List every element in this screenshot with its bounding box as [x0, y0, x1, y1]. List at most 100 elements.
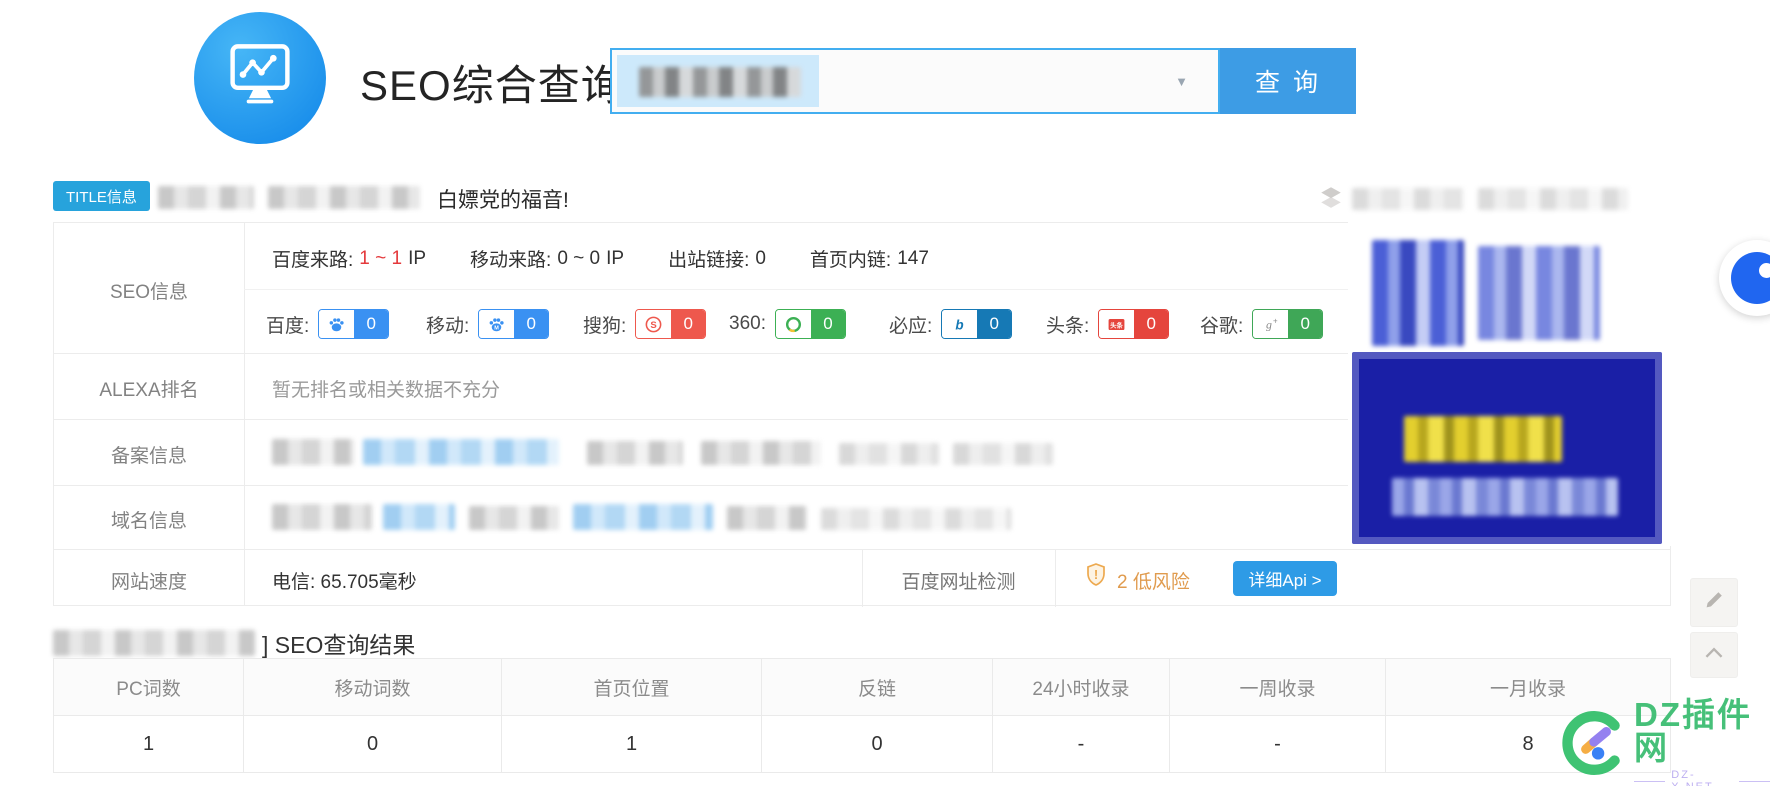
engine-label: 百度:	[266, 315, 310, 337]
results-heading: ] SEO查询结果	[262, 632, 416, 658]
results-header-row: PC词数 移动词数 首页位置 反链 24小时收录 一周收录 一月收录	[54, 659, 1670, 716]
sogou-s-icon: S	[636, 310, 672, 338]
redacted-domain-blur	[158, 186, 254, 209]
stat-value: 0 ~ 0	[557, 247, 601, 269]
redacted-icp-blur	[839, 443, 939, 465]
alexa-no-data-text: 暂无排名或相关数据不充分	[272, 380, 501, 401]
redacted-banner-blur	[1478, 188, 1628, 210]
dz-plugin-watermark: DZ插件网 DZ-X.NET	[1562, 698, 1770, 786]
col-24h-index: 24小时收录	[992, 659, 1169, 716]
engine-label: 移动:	[426, 315, 470, 337]
row-label-alexa: ALEXA排名	[99, 380, 199, 401]
redacted-icp-blur	[587, 441, 683, 465]
val-pc-words: 1	[54, 716, 243, 772]
so360-index-pill[interactable]: 0	[774, 309, 846, 339]
back-to-top-button[interactable]	[1690, 632, 1738, 678]
row-label-speed: 网站速度	[110, 572, 187, 593]
redacted-ad-logo-blur	[1372, 240, 1464, 346]
redacted-whois-link-blur	[573, 504, 713, 530]
dz-logo-icon	[1562, 710, 1628, 781]
selected-text-highlight	[617, 55, 819, 107]
redacted-whois-blur	[272, 504, 372, 530]
val-mobile-words: 0	[243, 716, 501, 772]
browser-float-button[interactable]	[1719, 240, 1770, 316]
svg-text:!: !	[1094, 567, 1098, 582]
redacted-banner-blur	[1352, 188, 1464, 210]
svg-text:M: M	[494, 325, 499, 331]
sogou-index-pill[interactable]: S 0	[635, 309, 707, 339]
risk-shield-icon: !	[1084, 562, 1108, 593]
edit-pencil-button[interactable]	[1690, 578, 1738, 627]
redacted-icp-link-blur	[363, 439, 559, 465]
promo-ad-panel[interactable]	[1348, 220, 1678, 546]
monitor-chart-icon	[223, 40, 297, 117]
app-logo	[194, 12, 326, 144]
baidu-index-pill[interactable]: 0	[318, 309, 390, 339]
col-mobile-words: 移动词数	[243, 659, 501, 716]
baidu-mobile-index-pill[interactable]: M 0	[478, 309, 550, 339]
page-title: SEO综合查询	[360, 62, 624, 109]
baidu-mobile-paw-icon: M	[479, 310, 515, 338]
engine-label: 搜狗:	[583, 315, 627, 337]
stat-value: 0	[755, 247, 766, 269]
redacted-result-domain-blur	[53, 630, 255, 656]
svg-text:S: S	[651, 320, 657, 331]
redacted-icp-blur	[272, 439, 354, 465]
traffic-stats: 百度来路: 1 ~ 1 IP 移动来路: 0 ~ 0 IP 出站链接: 0 首页内链: 14…	[272, 245, 929, 272]
title-info-badge: TITLE信息	[53, 181, 150, 211]
col-backlinks: 反链	[761, 659, 992, 716]
val-24h-index: -	[992, 716, 1169, 772]
svg-text:头条: 头条	[1110, 320, 1123, 329]
redacted-whois-blur	[469, 506, 559, 530]
quark-icon	[1731, 252, 1770, 304]
stat-value: 147	[897, 247, 929, 269]
chevron-down-icon[interactable]: ▼	[1175, 74, 1188, 89]
risk-level-text[interactable]: 2 低风险	[1117, 567, 1190, 594]
col-week-index: 一周收录	[1169, 659, 1385, 716]
redacted-icp-blur	[953, 443, 1053, 465]
toutiao-index-pill[interactable]: 头条 0	[1098, 309, 1170, 339]
chevron-up-icon	[1701, 640, 1727, 671]
stat-label: 首页内链:	[809, 250, 892, 271]
redacted-title-blur	[268, 186, 420, 209]
row-label-domain: 域名信息	[110, 511, 187, 532]
seo-results-table: PC词数 移动词数 首页位置 反链 24小时收录 一周收录 一月收录 1 0 1…	[53, 658, 1671, 773]
search-input[interactable]: ▼	[610, 48, 1220, 114]
col-pc-words: PC词数	[54, 659, 243, 716]
row-label-seo: SEO信息	[109, 282, 189, 303]
baidu-url-check-link[interactable]: 百度网址检测	[862, 567, 1055, 594]
ad-qr-box	[1352, 352, 1662, 544]
col-home-rank: 首页位置	[501, 659, 761, 716]
toutiao-icon: 头条	[1099, 310, 1135, 338]
360-circle-icon	[775, 310, 811, 338]
svg-text:b: b	[956, 317, 964, 332]
engine-label: 必应:	[889, 315, 933, 337]
stat-value: 1 ~ 1	[359, 247, 403, 269]
layers-icon	[1318, 184, 1344, 215]
svg-text:+: +	[1273, 316, 1278, 325]
stat-label: 出站链接:	[668, 250, 750, 271]
stat-label: 百度来路:	[272, 250, 354, 271]
seo-query-page: SEO综合查询 ▼ 查 询 TITLE信息 白嫖党的福音! SEO信息 ALEX…	[0, 0, 1770, 786]
query-button[interactable]: 查 询	[1220, 48, 1356, 114]
redacted-whois-blur	[821, 508, 1011, 530]
page-title-text: 白嫖党的福音!	[437, 189, 569, 212]
watermark-site: DZ-X.NET	[1634, 769, 1770, 786]
bing-b-icon: b	[942, 310, 978, 338]
telecom-speed-value: 电信: 65.705毫秒	[272, 572, 417, 593]
val-home-rank: 1	[501, 716, 761, 772]
redacted-ad-url-blur	[1392, 478, 1618, 516]
detail-api-button[interactable]: 详细Api >	[1233, 561, 1337, 596]
redacted-ad-text-blur	[1478, 246, 1600, 340]
engine-label: 谷歌:	[1200, 315, 1244, 337]
redacted-whois-blur	[727, 506, 807, 530]
redacted-icp-blur	[701, 441, 821, 465]
baidu-paw-icon	[319, 310, 355, 338]
stat-label: 移动来路:	[470, 250, 552, 271]
bing-index-pill[interactable]: b 0	[941, 309, 1013, 339]
svg-text:g: g	[1266, 317, 1272, 331]
val-week-index: -	[1169, 716, 1385, 772]
redacted-whois-link-blur	[383, 504, 455, 530]
google-index-pill[interactable]: g + 0	[1252, 309, 1324, 339]
redacted-query-domain-blur	[639, 67, 801, 97]
